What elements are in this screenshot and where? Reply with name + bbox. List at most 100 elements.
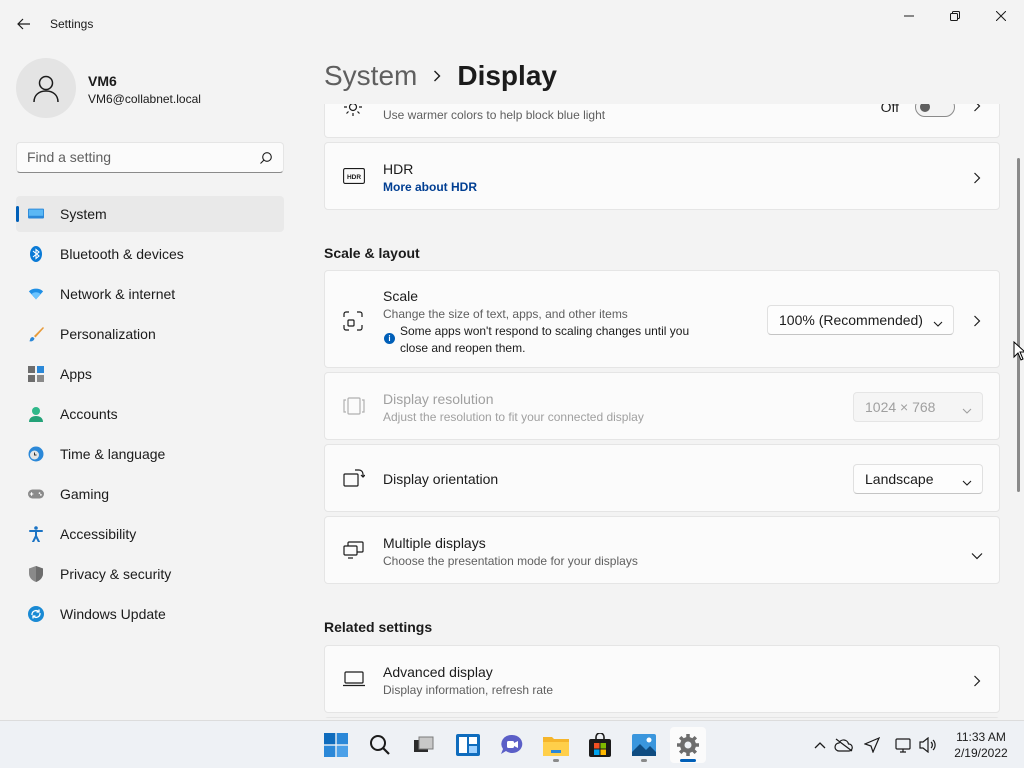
- night-light-card[interactable]: Use warmer colors to help block blue lig…: [324, 104, 1000, 138]
- breadcrumb-parent[interactable]: System: [324, 60, 417, 92]
- system-icon: [28, 206, 44, 222]
- sidebar-item-label: Apps: [60, 366, 92, 382]
- orientation-icon: [343, 469, 366, 492]
- search-icon[interactable]: [259, 151, 273, 170]
- multiple-displays-title: Multiple displays: [383, 535, 486, 551]
- sidebar-item-label: Time & language: [60, 446, 166, 462]
- orientation-title: Display orientation: [383, 471, 499, 487]
- svg-text:HDR: HDR: [347, 174, 361, 181]
- file-explorer-icon: [543, 737, 569, 756]
- sidebar-item-gaming[interactable]: Gaming: [16, 476, 284, 512]
- multiple-displays-card[interactable]: Multiple displays Choose the presentatio…: [324, 516, 1000, 584]
- close-icon: [996, 11, 1006, 21]
- night-light-toggle[interactable]: [915, 104, 955, 117]
- close-button[interactable]: [978, 0, 1024, 32]
- sidebar-item-bluetooth[interactable]: Bluetooth & devices: [16, 236, 284, 272]
- onedrive-icon[interactable]: [834, 735, 854, 755]
- sidebar-item-apps[interactable]: Apps: [16, 356, 284, 392]
- advanced-display-card[interactable]: Advanced display Display information, re…: [324, 645, 1000, 713]
- widgets-button[interactable]: [450, 727, 486, 763]
- sidebar-nav: System Bluetooth & devices Network & int…: [16, 196, 284, 636]
- resolution-title: Display resolution: [383, 391, 494, 407]
- show-hidden-icons-button[interactable]: [810, 735, 830, 755]
- widgets-icon: [456, 734, 480, 756]
- chevron-right-icon: [973, 104, 981, 117]
- chevron-down-icon: [933, 315, 943, 331]
- multiple-displays-subtitle: Choose the presentation mode for your di…: [383, 554, 638, 568]
- search-icon: [370, 735, 390, 755]
- minimize-icon: [904, 15, 914, 17]
- resolution-subtitle: Adjust the resolution to fit your connec…: [383, 410, 644, 424]
- scrollbar-thumb[interactable]: [1017, 158, 1020, 492]
- restore-button[interactable]: [932, 0, 978, 32]
- next-card[interactable]: [324, 717, 1000, 718]
- start-button[interactable]: [318, 727, 354, 763]
- avatar: [16, 58, 76, 118]
- section-scale-layout: Scale & layout: [324, 245, 420, 261]
- running-indicator: [553, 759, 559, 762]
- sidebar-item-label: Bluetooth & devices: [60, 246, 184, 262]
- sidebar-item-label: System: [60, 206, 107, 222]
- accessibility-icon: [28, 526, 44, 542]
- clock-globe-icon: [28, 446, 44, 462]
- resolution-dropdown: 1024 × 768: [853, 392, 983, 422]
- resolution-card: Display resolution Adjust the resolution…: [324, 372, 1000, 440]
- chevron-right-icon: [433, 70, 441, 82]
- advanced-display-title: Advanced display: [383, 664, 493, 680]
- person-icon: [33, 75, 59, 103]
- hdr-icon: HDR: [343, 168, 365, 189]
- orientation-dropdown[interactable]: Landscape: [853, 464, 983, 494]
- search-input[interactable]: [27, 149, 247, 165]
- volume-icon[interactable]: [918, 735, 938, 755]
- store-button[interactable]: [582, 727, 618, 763]
- start-icon: [324, 733, 348, 757]
- sidebar-item-system[interactable]: System: [16, 196, 284, 232]
- sidebar-item-windows-update[interactable]: Windows Update: [16, 596, 284, 632]
- chat-button[interactable]: [494, 727, 530, 763]
- sidebar-item-time-language[interactable]: Time & language: [16, 436, 284, 472]
- back-button[interactable]: [10, 10, 38, 38]
- sidebar-item-accessibility[interactable]: Accessibility: [16, 516, 284, 552]
- running-indicator: [680, 759, 696, 762]
- resolution-value: 1024 × 768: [865, 399, 936, 415]
- scale-value: 100% (Recommended): [779, 312, 923, 328]
- photos-button[interactable]: [626, 727, 662, 763]
- sidebar-item-personalization[interactable]: Personalization: [16, 316, 284, 352]
- sidebar-item-label: Accounts: [60, 406, 118, 422]
- orientation-card[interactable]: Display orientation Landscape: [324, 444, 1000, 512]
- accounts-icon: [28, 406, 44, 422]
- clock[interactable]: 11:33 AM 2/19/2022: [948, 729, 1014, 761]
- taskbar-search-button[interactable]: [362, 727, 398, 763]
- hdr-title: HDR: [383, 161, 414, 177]
- minimize-button[interactable]: [886, 0, 932, 32]
- taskbar: 11:33 AM 2/19/2022: [0, 720, 1024, 768]
- scale-card[interactable]: Scale Change the size of text, apps, and…: [324, 270, 1000, 368]
- chevron-right-icon: [973, 314, 981, 332]
- info-icon: i: [384, 333, 395, 344]
- sidebar-item-accounts[interactable]: Accounts: [16, 396, 284, 432]
- scale-icon: [343, 311, 363, 336]
- task-view-icon: [414, 736, 434, 752]
- settings-content: Use warmer colors to help block blue lig…: [324, 104, 1000, 718]
- sidebar-item-network[interactable]: Network & internet: [16, 276, 284, 312]
- search-box[interactable]: [16, 142, 284, 173]
- chat-icon: [501, 734, 523, 754]
- settings-icon: [677, 734, 699, 756]
- update-icon: [28, 606, 44, 622]
- hdr-card[interactable]: HDR HDR More about HDR: [324, 142, 1000, 210]
- hdr-link[interactable]: More about HDR: [383, 180, 477, 194]
- sidebar-item-label: Gaming: [60, 486, 110, 502]
- task-view-button[interactable]: [406, 727, 442, 763]
- file-explorer-button[interactable]: [538, 727, 574, 763]
- network-icon[interactable]: [894, 735, 914, 755]
- night-light-subtitle: Use warmer colors to help block blue lig…: [383, 108, 606, 122]
- advanced-display-subtitle: Display information, refresh rate: [383, 683, 554, 697]
- sidebar-item-privacy[interactable]: Privacy & security: [16, 556, 284, 592]
- sidebar-item-label: Windows Update: [60, 606, 166, 622]
- chevron-down-icon[interactable]: [971, 547, 983, 565]
- scale-dropdown[interactable]: 100% (Recommended): [767, 305, 954, 335]
- settings-taskbar-button[interactable]: [670, 727, 706, 763]
- multiple-displays-icon: [343, 541, 365, 564]
- running-indicator: [641, 759, 647, 762]
- location-icon[interactable]: [862, 735, 882, 755]
